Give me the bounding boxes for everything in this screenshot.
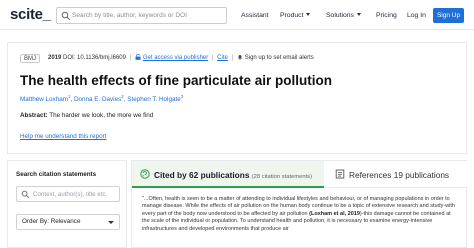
nav-product-label: Product xyxy=(280,12,304,19)
author-list: Matthew Loxham1, Donna E. Davies2, Steph… xyxy=(20,94,183,103)
citation-filter-sidebar: Search citation statements Order By: Rel… xyxy=(7,160,127,248)
nav-login[interactable]: Log In xyxy=(407,12,426,19)
paper-title: The health effects of fine particulate a… xyxy=(20,73,333,88)
abstract: Abstract: The harder we look, the more w… xyxy=(20,112,153,119)
chevron-down-icon xyxy=(356,13,361,16)
tab-cited-by-label: Cited by 62 publications (28 citation st… xyxy=(154,170,312,180)
order-by-select[interactable]: Order By: Relevance xyxy=(16,214,120,230)
signup-button[interactable]: Sign Up xyxy=(433,8,464,23)
cite-link[interactable]: Cite xyxy=(217,55,228,61)
author-link[interactable]: Stephen T. Holgate xyxy=(127,96,180,103)
paper-doi: DOI: 10.1136/bmj.l6609 xyxy=(63,55,126,61)
statement-citation[interactable]: (Loxham et al, 2019 xyxy=(309,211,360,217)
paper-meta: 2019 DOI: 10.1136/bmj.l6609 | Get access… xyxy=(48,54,314,63)
tab-cited-by-statements: (28 citation statements) xyxy=(251,174,313,180)
separator: | xyxy=(129,55,132,61)
logo[interactable]: scite_ xyxy=(10,6,51,23)
search-box[interactable] xyxy=(56,7,227,24)
tab-cited-by[interactable]: Cited by 62 publications (28 citation st… xyxy=(132,161,324,188)
alert-link[interactable]: Sign up to set email alerts xyxy=(245,55,314,61)
paper-header: BMJ 2019 DOI: 10.1136/bmj.l6609 | Get ac… xyxy=(7,42,467,154)
author-link[interactable]: Matthew Loxham xyxy=(20,96,68,103)
author-affil: 3 xyxy=(180,94,184,99)
citations-panel: Cited by 62 publications (28 citation st… xyxy=(131,160,468,248)
list-icon xyxy=(335,169,345,179)
journal-badge: BMJ xyxy=(20,54,40,63)
tab-references[interactable]: References 19 publications xyxy=(324,161,468,188)
search-icon xyxy=(61,11,71,21)
mention-icon xyxy=(140,169,150,179)
nav-solutions-label: Solutions xyxy=(326,12,354,19)
abstract-label: Abstract: xyxy=(20,112,48,119)
paper-year: 2019 xyxy=(48,55,62,61)
separator: | xyxy=(231,55,234,61)
sidebar-heading: Search citation statements xyxy=(16,171,97,178)
nav-pricing[interactable]: Pricing xyxy=(376,12,397,19)
access-link[interactable]: Get access via publisher xyxy=(143,55,208,61)
citation-search-input[interactable] xyxy=(33,188,118,200)
help-link[interactable]: Help me understand this report xyxy=(20,133,106,140)
tab-references-label: References 19 publications xyxy=(349,170,450,180)
separator: | xyxy=(211,55,214,61)
nav-assistant[interactable]: Assistant xyxy=(241,12,269,19)
search-icon xyxy=(21,190,30,199)
citation-statement: "...Often, health is seen to be a matter… xyxy=(142,196,458,248)
tab-cited-by-count: Cited by 62 publications xyxy=(154,170,250,180)
bell-icon xyxy=(237,55,242,60)
abstract-text: The harder we look, the more we find xyxy=(49,112,154,119)
top-nav: scite_ Assistant Product Solutions Prici… xyxy=(0,0,474,30)
order-by-value: Order By: Relevance xyxy=(22,218,81,225)
author-link[interactable]: Donna E. Davies xyxy=(74,96,121,103)
search-input[interactable] xyxy=(72,9,222,22)
chevron-down-icon xyxy=(306,13,311,16)
nav-solutions[interactable]: Solutions xyxy=(326,12,361,19)
nav-product[interactable]: Product xyxy=(280,12,311,19)
citation-search-box[interactable] xyxy=(16,186,120,202)
chevron-down-icon xyxy=(108,221,114,224)
unlock-icon xyxy=(135,54,141,60)
